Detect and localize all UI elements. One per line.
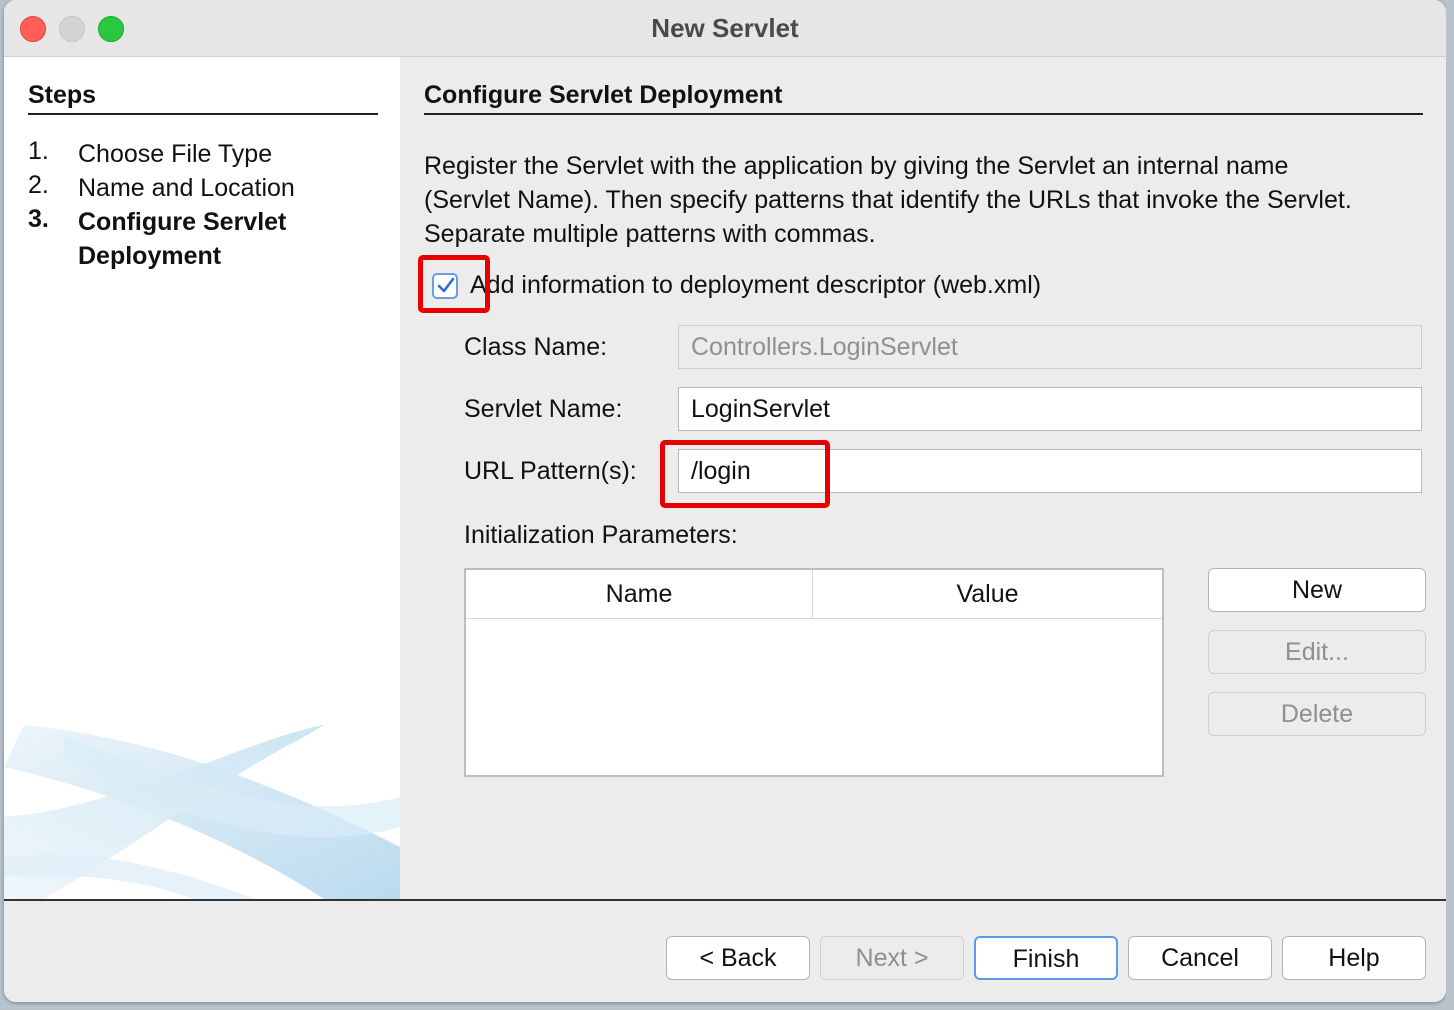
steps-title: Steps [28,81,97,109]
next-button[interactable]: Next > [820,936,964,980]
desktop-background-strip [1446,0,1454,1010]
init-params-table[interactable]: Name Value [464,568,1164,777]
step-label-line2: Deployment [78,242,222,270]
cancel-button[interactable]: Cancel [1128,936,1272,980]
step-number: 1. [28,137,49,165]
content-pane: Configure Servlet Deployment Register th… [400,57,1446,899]
step-label-line1: Configure Servlet [78,208,287,236]
steps-pane: Steps 1. Choose File Type 2. Name and Lo… [4,57,400,899]
column-header-value[interactable]: Value [813,570,1162,619]
class-name-label: Class Name: [464,333,608,361]
checkbox-highlight-box [418,255,490,313]
title-bar: New Servlet [4,0,1446,57]
new-servlet-dialog: New Servlet Steps 1. Choose File Type 2.… [4,0,1446,1002]
delete-param-button[interactable]: Delete [1208,692,1426,736]
finish-button[interactable]: Finish [974,936,1118,980]
url-pattern-highlight-box [660,440,830,508]
add-to-descriptor-row[interactable]: Add information to deployment descriptor… [424,269,1424,309]
add-to-descriptor-label[interactable]: Add information to deployment descriptor… [470,271,1041,300]
description-text: Register the Servlet with the applicatio… [424,149,1424,251]
edit-param-button[interactable]: Edit... [1208,630,1426,674]
back-button[interactable]: < Back [666,936,810,980]
step-number: 2. [28,171,49,199]
class-name-field[interactable]: Controllers.LoginServlet [678,325,1422,369]
decorative-swoosh-graphic [4,725,400,899]
step-label: Choose File Type [78,140,273,168]
help-button[interactable]: Help [1282,936,1426,980]
init-params-label: Initialization Parameters: [464,521,738,549]
step-number: 3. [28,205,49,233]
description-line: (Servlet Name). Then specify patterns th… [424,186,1352,214]
description-line: Separate multiple patterns with commas. [424,220,876,248]
url-patterns-label: URL Pattern(s): [464,457,637,485]
servlet-name-label: Servlet Name: [464,395,623,423]
steps-divider [28,113,378,115]
description-line: Register the Servlet with the applicatio… [424,152,1289,180]
step-label: Name and Location [78,174,295,202]
column-header-name[interactable]: Name [466,570,813,619]
section-title: Configure Servlet Deployment [424,81,783,109]
footer-button-bar: < Back Next > Finish Cancel Help [4,901,1446,1002]
section-divider [424,113,1423,115]
window-title: New Servlet [651,13,799,43]
servlet-name-field[interactable]: LoginServlet [678,387,1422,431]
new-param-button[interactable]: New [1208,568,1426,612]
